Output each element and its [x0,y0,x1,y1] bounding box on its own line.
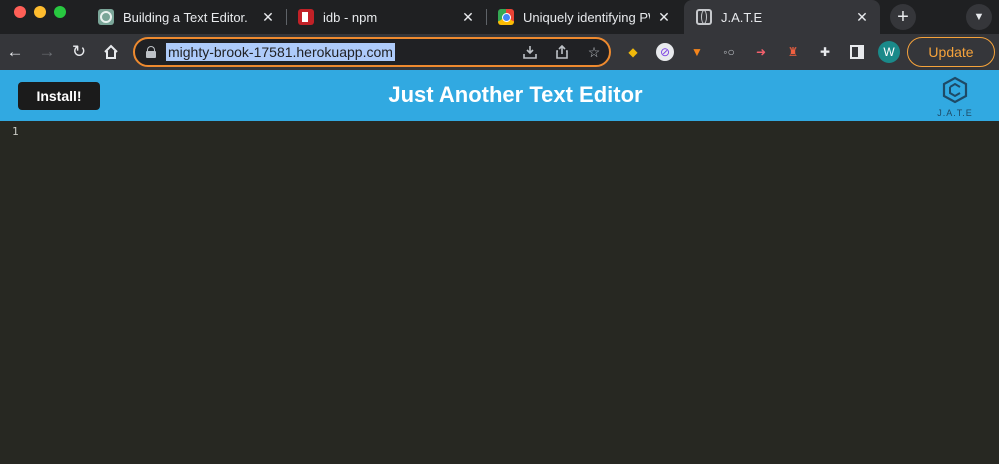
home-icon [104,44,118,59]
home-button[interactable] [100,41,122,63]
profile-avatar[interactable]: W [878,41,900,63]
tab-uniquely-identifying[interactable]: Uniquely identifying PW ✕ [486,0,682,34]
close-icon[interactable]: ✕ [460,9,476,25]
toggle-extension-icon[interactable]: ◦○ [720,43,738,61]
tab-title: J.A.T.E [721,9,763,25]
forward-button[interactable]: → [36,41,58,63]
close-window-button[interactable] [14,6,26,18]
install-app-icon[interactable] [521,43,539,61]
reload-icon: ↻ [71,42,87,61]
binance-extension-icon[interactable]: ◆ [624,43,642,61]
chevron-down-icon: ▼ [973,11,985,23]
tab-title: Building a Text Editor. [123,9,248,25]
close-icon[interactable]: ✕ [656,9,672,25]
extensions-puzzle-icon[interactable]: ✚ [816,43,834,61]
app-header: Install! Just Another Text Editor J.A.T.… [0,70,999,121]
reload-button[interactable]: ↻ [68,41,90,63]
tab-jate[interactable]: J.A.T.E ✕ [684,0,880,34]
tab-search-button[interactable]: ▼ [966,4,992,30]
side-panel-icon[interactable] [848,43,866,61]
jate-logo: J.A.T.E [928,76,982,118]
bookmark-star-icon[interactable]: ☆ [585,43,603,61]
jate-logo-icon [942,76,968,104]
address-bar[interactable]: mighty-brook-17581.herokuapp.com ☆ [133,37,611,67]
page-title: Just Another Text Editor [388,82,643,107]
tab-building-text-editor[interactable]: Building a Text Editor. ✕ [86,0,287,34]
lock-icon[interactable] [146,46,156,58]
share-icon[interactable] [553,43,571,61]
logo-text: J.A.T.E [937,108,973,118]
close-icon[interactable]: ✕ [260,9,276,25]
tab-idb-npm[interactable]: idb - npm ✕ [286,0,487,34]
update-button[interactable]: Update [907,37,995,67]
character-extension-icon[interactable]: ♜ [784,43,802,61]
arrow-right-icon: → [38,42,56,61]
arrow-extension-icon[interactable]: ➜ [752,43,770,61]
browser-toolbar: ← → ↻ mighty-brook-17581.herokuapp.com ☆… [0,34,999,70]
tab-strip: Building a Text Editor. ✕ idb - npm ✕ Un… [0,0,999,34]
metamask-extension-icon[interactable]: ▼ [688,43,706,61]
close-icon[interactable]: ✕ [854,9,870,25]
line-number: 1 [12,125,19,138]
zoom-window-button[interactable] [54,6,66,18]
tab-title: idb - npm [323,9,378,25]
code-editor[interactable]: 1 [0,121,999,464]
minimize-window-button[interactable] [34,6,46,18]
block-extension-icon[interactable]: ⊘ [656,43,674,61]
globe-icon [696,9,712,25]
tab-title: Uniquely identifying PW [523,9,650,25]
back-button[interactable]: ← [4,41,26,63]
new-tab-button[interactable]: + [890,4,916,30]
url-text[interactable]: mighty-brook-17581.herokuapp.com [166,43,395,61]
npm-icon [298,9,314,25]
install-button[interactable]: Install! [18,82,100,110]
chrome-icon [498,9,514,25]
openai-icon [98,9,114,25]
arrow-left-icon: ← [6,42,24,61]
